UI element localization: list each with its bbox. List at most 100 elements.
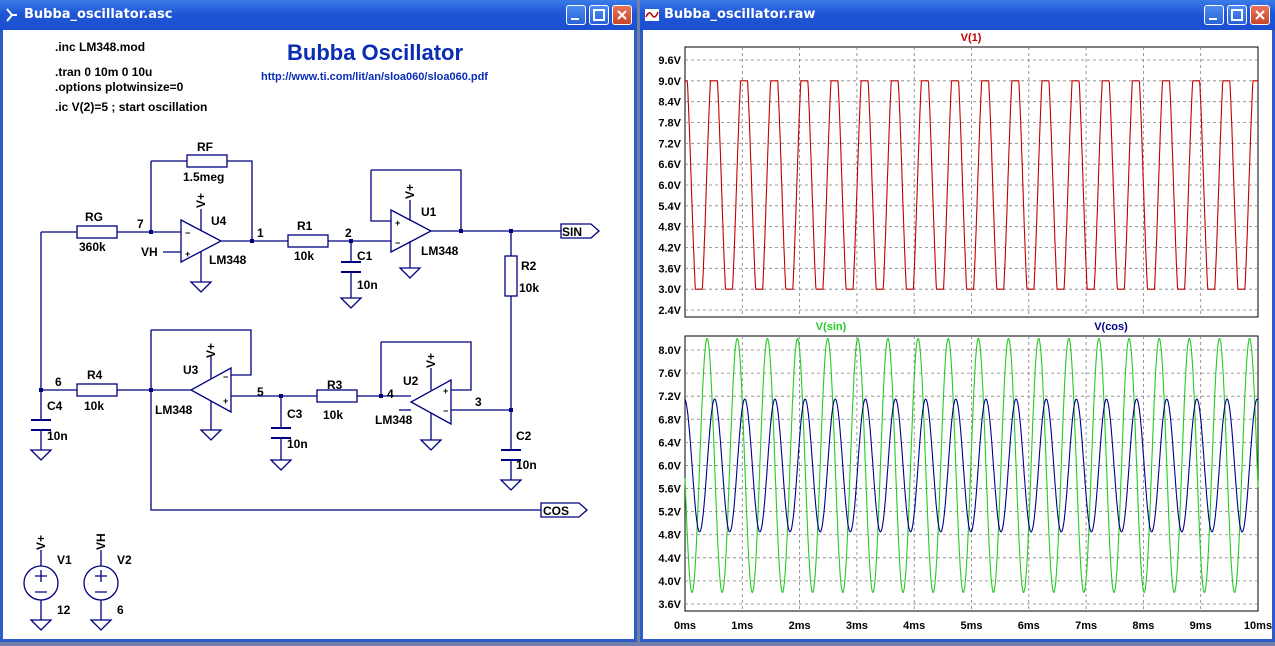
y-tick-label: 6.4V — [658, 437, 681, 449]
u2-name: U2 — [403, 374, 419, 388]
schematic-heading: Bubba Oscillator — [287, 40, 463, 65]
r4-name: R4 — [87, 368, 103, 382]
r2-value: 10k — [519, 281, 539, 295]
waveform-plot-area[interactable]: 9.6V 9.0V 8.4V 7.8V 7.2V 6.6V 6.0V 5.4V 4.8V 4.2V… — [643, 30, 1272, 642]
rf-value: 1.5meg — [183, 170, 224, 184]
x-tick-label: 0ms — [674, 620, 696, 632]
waveform-canvas[interactable]: 9.6V 9.0V 8.4V 7.8V 7.2V 6.6V 6.0V 5.4V 4.8V 4.2V… — [643, 30, 1272, 639]
c3-name: C3 — [287, 407, 303, 421]
node-7-label: 7 — [137, 217, 144, 231]
node-4-label: 4 — [387, 387, 394, 401]
node-6-label: 6 — [55, 375, 62, 389]
svg-text:+: + — [443, 386, 448, 396]
spice-directives: .inc LM348.mod .tran 0 10m 0 10u .option… — [55, 40, 207, 114]
minimize-button[interactable] — [566, 5, 586, 25]
minimize-icon — [571, 18, 579, 20]
resistor-r2[interactable] — [504, 255, 518, 297]
ground-icon — [89, 619, 113, 631]
y-tick-label: 8.0V — [658, 345, 681, 357]
schematic-canvas[interactable]: .inc LM348.mod .tran 0 10m 0 10u .option… — [3, 30, 634, 639]
vh-net-label: VH — [141, 245, 158, 259]
trace-label-vcos[interactable]: V(cos) — [1094, 321, 1128, 333]
y-tick-label: 4.4V — [658, 553, 681, 565]
svg-text:−: − — [443, 406, 448, 416]
directive-options: .options plotwinsize=0 — [55, 80, 184, 94]
node-3-label: 3 — [475, 395, 482, 409]
svg-text:−: − — [185, 228, 190, 238]
svg-text:−: − — [223, 372, 228, 382]
y-tick-label: 4.8V — [658, 222, 681, 234]
svg-text:+: + — [223, 396, 228, 406]
ground-icon — [499, 479, 523, 491]
ground-icon — [269, 459, 293, 471]
svg-text:−: − — [395, 238, 400, 248]
schematic-window-title: Bubba_oscillator.asc — [24, 7, 173, 22]
v1-value: 12 — [57, 603, 71, 617]
schematic-title-bar[interactable]: Bubba_oscillator.asc — [0, 0, 637, 30]
r4-value: 10k — [84, 399, 104, 413]
resistor-r4[interactable] — [76, 383, 118, 397]
resistor-r1[interactable] — [287, 234, 329, 248]
ltspice-app-icon — [6, 8, 17, 22]
node-2-label: 2 — [345, 226, 352, 240]
x-tick-label: 4ms — [903, 620, 925, 632]
ground-icon — [419, 439, 443, 451]
datasheet-link[interactable]: http://www.ti.com/lit/an/sloa060/sloa060… — [261, 71, 488, 83]
ground-icon — [29, 449, 53, 461]
x-axis-labels: 0ms 1ms 2ms 3ms 4ms 5ms 6ms 7ms 8ms 9ms 10ms — [674, 620, 1272, 632]
x-tick-label: 3ms — [846, 620, 868, 632]
x-tick-label: 9ms — [1190, 620, 1212, 632]
wires — [40, 160, 561, 511]
u4-supply-label: V+ — [194, 193, 208, 208]
ground-icon — [29, 619, 53, 631]
u3-name: U3 — [183, 363, 199, 377]
close-icon — [617, 10, 627, 20]
r3-value: 10k — [323, 408, 343, 422]
schematic-drawing[interactable]: .inc LM348.mod .tran 0 10m 0 10u .option… — [3, 30, 634, 642]
directive-ic: .ic V(2)=5 ; start oscillation — [55, 100, 207, 114]
c2-name: C2 — [516, 429, 532, 443]
r2-name: R2 — [521, 259, 537, 273]
capacitors — [31, 261, 521, 461]
maximize-button[interactable] — [589, 5, 609, 25]
net-ports — [540, 223, 600, 518]
u1-model: LM348 — [421, 244, 459, 258]
v2-name: V2 — [117, 553, 132, 567]
rg-value: 360k — [79, 240, 106, 254]
cos-port-label: COS — [543, 504, 569, 518]
y-tick-label: 7.6V — [658, 368, 681, 380]
resistor-rg[interactable] — [76, 225, 118, 239]
waveform-window-title: Bubba_oscillator.raw — [664, 7, 816, 22]
y-tick-label: 9.0V — [658, 76, 681, 88]
close-icon — [1255, 10, 1265, 20]
close-button[interactable] — [612, 5, 632, 25]
maximize-icon — [1231, 9, 1243, 21]
x-tick-label: 7ms — [1075, 620, 1097, 632]
c4-name: C4 — [47, 399, 63, 413]
ground-icon — [199, 429, 223, 441]
rf-name: RF — [197, 140, 213, 154]
y-tick-label: 6.0V — [658, 180, 681, 192]
trace-label-vsin[interactable]: V(sin) — [816, 321, 847, 333]
c2-value: 10n — [516, 458, 537, 472]
y-tick-label: 6.6V — [658, 159, 681, 171]
trace-label-v1[interactable]: V(1) — [961, 32, 982, 44]
close-button[interactable] — [1250, 5, 1270, 25]
waveform-title-bar[interactable]: Bubba_oscillator.raw — [640, 0, 1275, 30]
resistor-rf[interactable] — [186, 154, 228, 168]
rg-name: RG — [85, 210, 103, 224]
capacitor-c1[interactable] — [341, 261, 361, 273]
u4-model: LM348 — [209, 253, 247, 267]
svg-text:+: + — [395, 218, 400, 228]
directive-tran: .tran 0 10m 0 10u — [55, 65, 152, 79]
y-tick-label: 5.6V — [658, 484, 681, 496]
minimize-button[interactable] — [1204, 5, 1224, 25]
waveform-window[interactable]: Bubba_oscillator.raw 9.6V 9.0V 8.4V 7.8V 7.2… — [640, 0, 1275, 642]
waveform-app-icon — [645, 9, 659, 21]
u3-model: LM348 — [155, 403, 193, 417]
v2-net-label: VH — [94, 533, 108, 550]
schematic-window[interactable]: Bubba_oscillator.asc .inc LM348.mod .tra… — [0, 0, 637, 642]
maximize-button[interactable] — [1227, 5, 1247, 25]
directive-inc: .inc LM348.mod — [55, 40, 145, 54]
y-tick-label: 7.2V — [658, 391, 681, 403]
